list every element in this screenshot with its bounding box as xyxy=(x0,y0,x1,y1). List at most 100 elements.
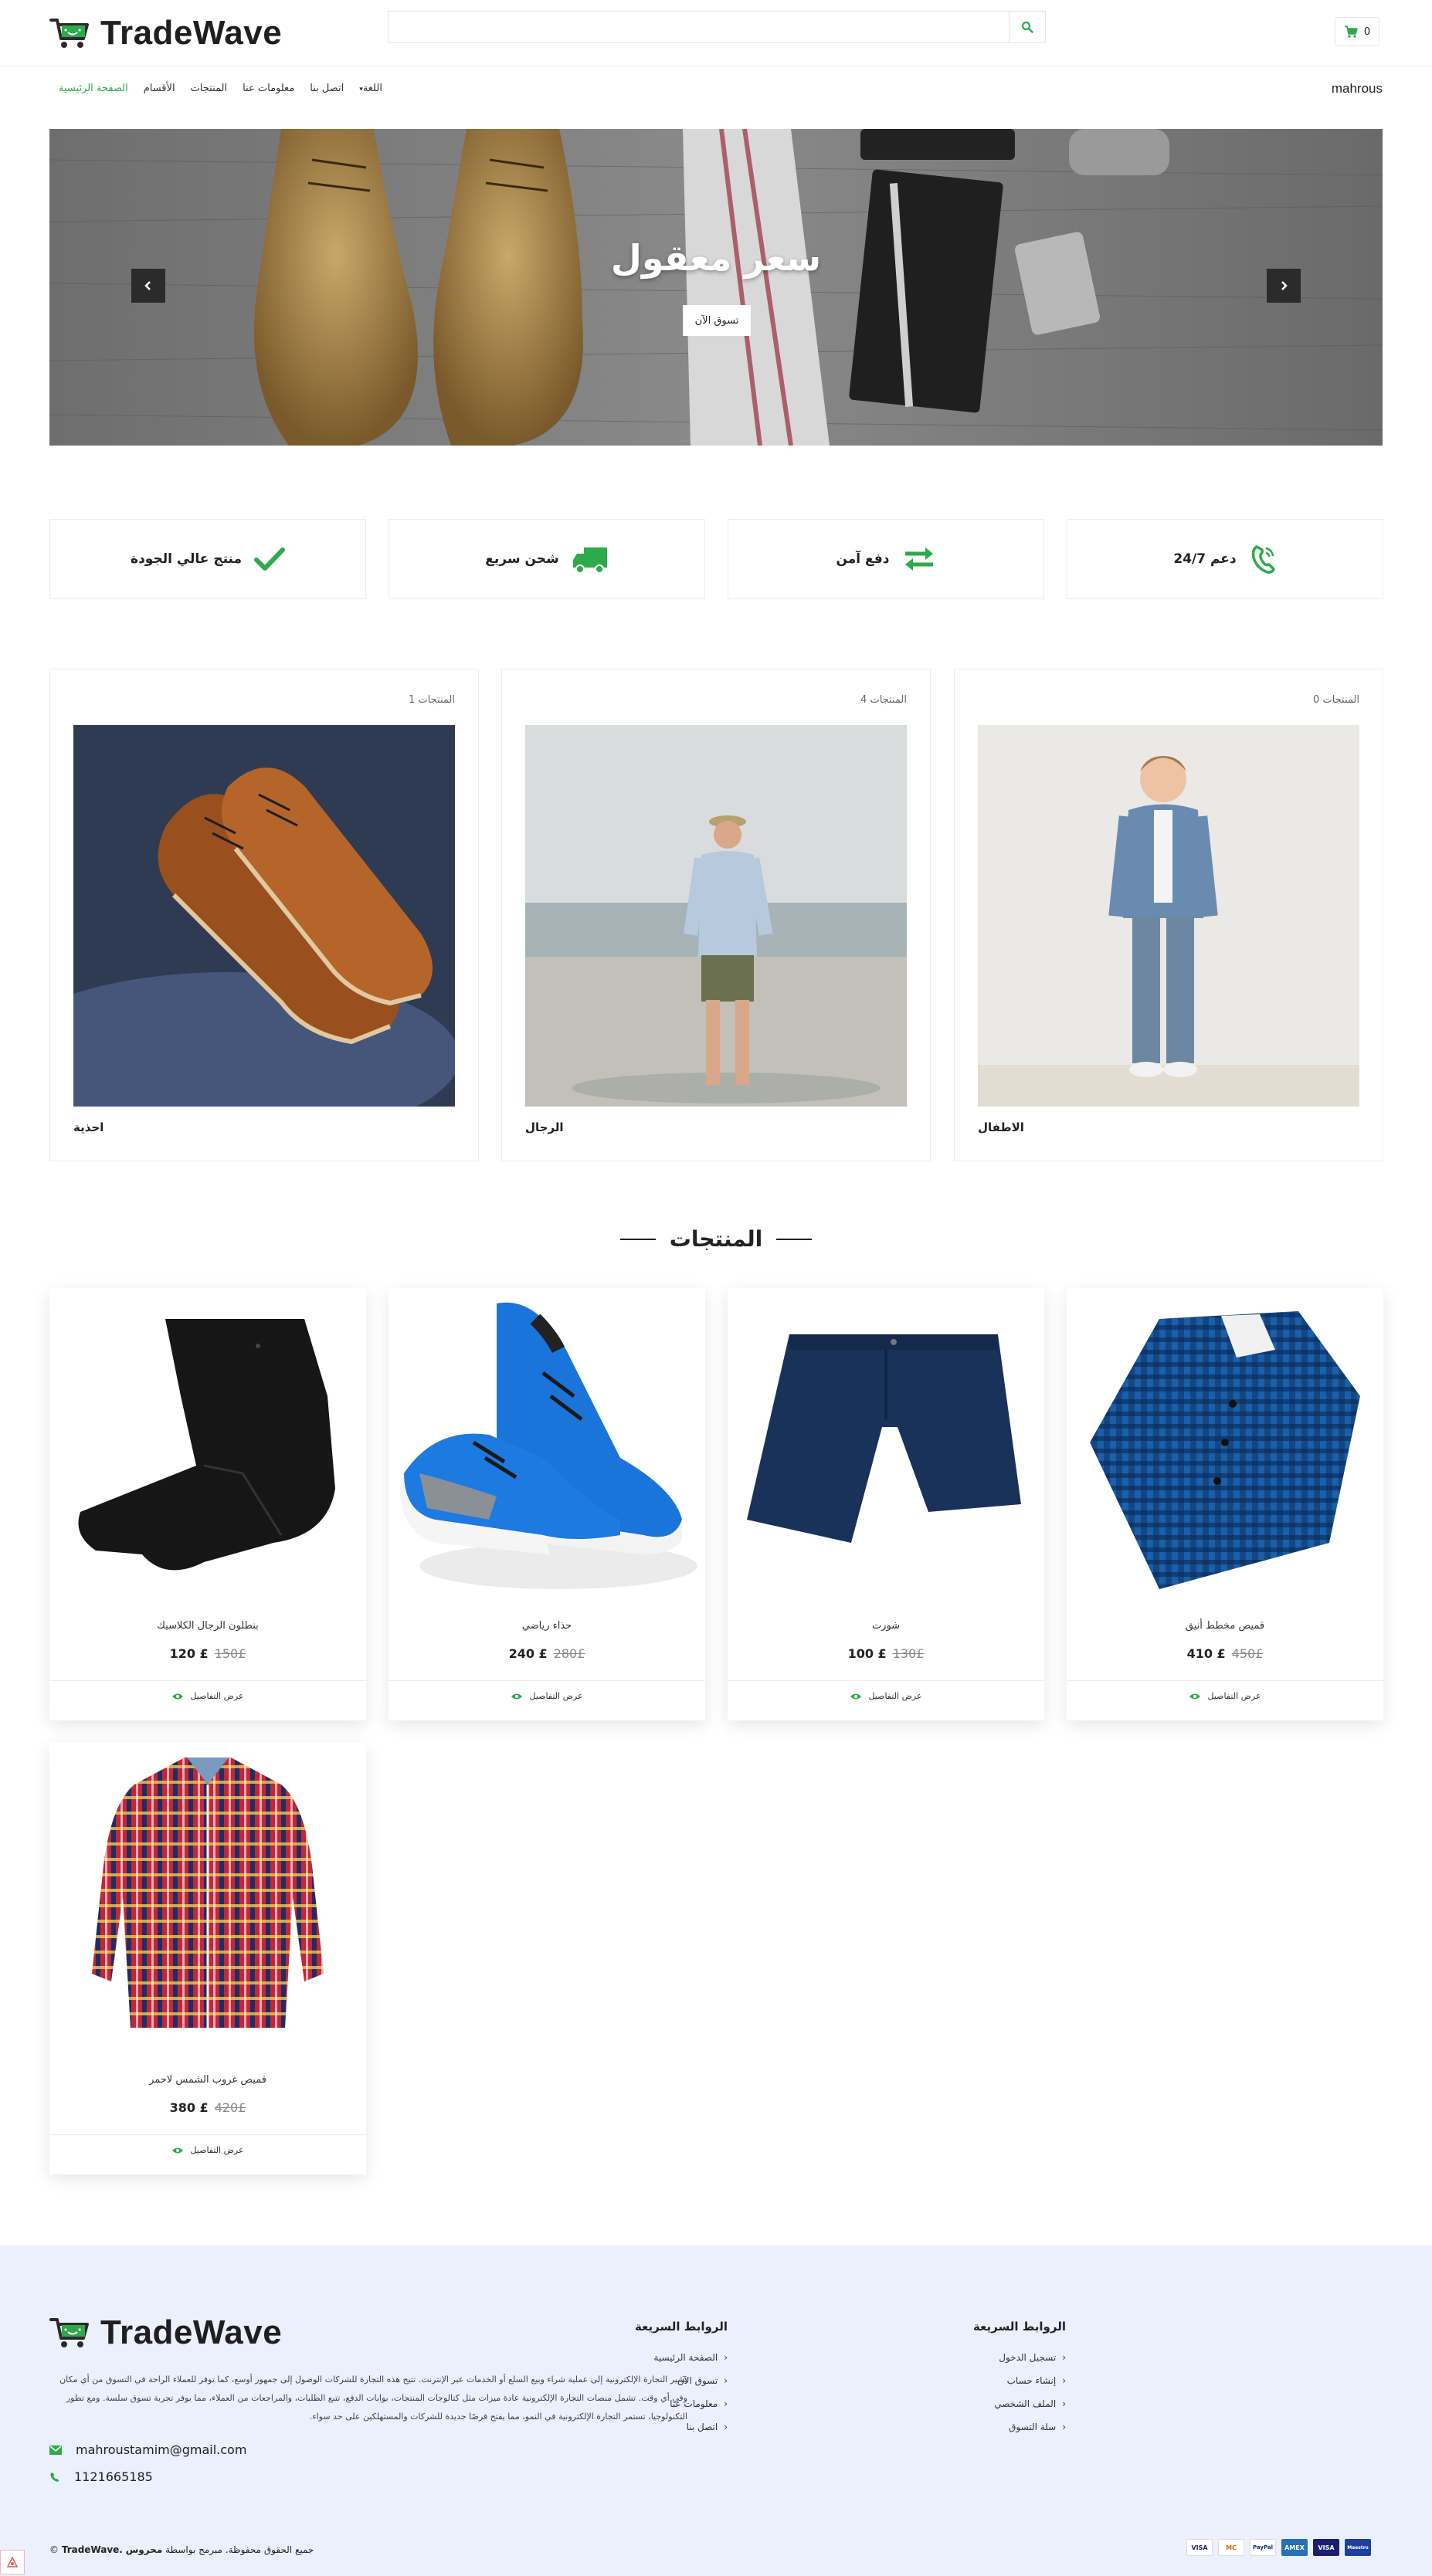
nav-language[interactable]: اللغة▾ xyxy=(359,83,382,94)
chevron-left-icon: ‹ xyxy=(724,2375,728,2386)
copyright-author[interactable]: محروس xyxy=(126,2544,163,2555)
hero-shop-button[interactable]: تسوق الآن xyxy=(683,305,751,336)
old-price: 280£ xyxy=(553,1646,585,1661)
visa-dark-card-icon: VISA xyxy=(1313,2539,1339,2556)
product-image[interactable] xyxy=(49,1742,366,2059)
cart-logo-icon xyxy=(49,2318,89,2347)
view-details-button[interactable]: عرض التفاصيل xyxy=(1067,1691,1383,1701)
product-name[interactable]: قميص مخطط أنيق xyxy=(1067,1620,1383,1632)
product-name[interactable]: بنطلون الرجال الكلاسيك xyxy=(49,1620,366,1632)
footer-link-profile[interactable]: ‹ الملف الشخصي xyxy=(757,2398,1066,2409)
feature-shipping: شحن سريع xyxy=(389,519,705,599)
category-count: المنتجات 4 xyxy=(860,694,907,706)
category-name[interactable]: الاطفال xyxy=(978,1120,1024,1134)
mastercard-icon: MC xyxy=(1218,2539,1244,2556)
view-details-button[interactable]: عرض التفاصيل xyxy=(389,1691,705,1701)
feature-label: دعم 24/7 xyxy=(1173,551,1237,567)
nav-contact[interactable]: اتصل بنا xyxy=(310,83,344,94)
user-name[interactable]: mahrous xyxy=(1332,81,1383,97)
product-name[interactable]: حذاء رياضي xyxy=(389,1620,705,1632)
product-card[interactable]: حذاء رياضي 240 £ 280£ عرض التفاصيل xyxy=(389,1288,705,1720)
nav-language-label: اللغة xyxy=(362,83,382,94)
category-card-kids[interactable]: المنتجات 0 الاطفال xyxy=(954,669,1383,1161)
view-details-button[interactable]: عرض التفاصيل xyxy=(49,2145,366,2155)
footer-col-title: الروابط السريعة xyxy=(972,2320,1066,2334)
visa-card-icon: VISA xyxy=(1186,2539,1213,2556)
footer-link-home[interactable]: ‹ الصفحة الرئيسية xyxy=(419,2352,728,2363)
product-image[interactable] xyxy=(389,1288,705,1605)
truck-icon xyxy=(572,547,607,574)
product-name[interactable]: قميص غروب الشمس لاحمر xyxy=(49,2074,366,2086)
chevron-left-icon: ‹ xyxy=(724,2352,728,2363)
slider-next-button[interactable] xyxy=(1267,269,1301,303)
feature-label: دفع آمن xyxy=(836,551,890,567)
category-card-men[interactable]: المنتجات 4 الرجال xyxy=(501,669,931,1161)
debugbar-toggle-button[interactable] xyxy=(0,2550,25,2574)
brand-name: TradeWave xyxy=(100,14,283,52)
product-price: 120 £ 150£ xyxy=(49,1646,366,1661)
product-image[interactable] xyxy=(1067,1288,1383,1605)
logo[interactable]: TradeWave xyxy=(49,14,282,53)
copyright-brand[interactable]: TradeWave. xyxy=(62,2544,123,2555)
search-icon xyxy=(1021,21,1033,33)
footer-phone[interactable]: 1121665185 xyxy=(49,2469,153,2484)
slider-prev-button[interactable] xyxy=(131,269,165,303)
divider xyxy=(1067,1680,1383,1681)
nav-categories[interactable]: الأقسام xyxy=(144,83,175,94)
product-card[interactable]: بنطلون الرجال الكلاسيك 120 £ 150£ عرض ال… xyxy=(49,1288,366,1720)
nav-about[interactable]: معلومات عنا xyxy=(243,83,294,94)
chevron-left-icon: ‹ xyxy=(1062,2375,1066,2386)
title-divider xyxy=(776,1238,813,1240)
old-price: 130£ xyxy=(892,1646,925,1661)
category-card-shoes[interactable]: المنتجات 1 احذية xyxy=(49,669,479,1161)
product-image[interactable] xyxy=(728,1288,1044,1605)
footer-link-label: إنشاء حساب xyxy=(1006,2375,1057,2386)
category-name[interactable]: الرجال xyxy=(525,1120,564,1134)
footer-link-contact[interactable]: ‹ اتصل بنا xyxy=(419,2422,728,2432)
view-details-label: عرض التفاصيل xyxy=(868,1691,922,1701)
category-image xyxy=(978,725,1359,1107)
view-details-label: عرض التفاصيل xyxy=(190,2145,244,2155)
phone-icon xyxy=(1251,545,1275,574)
view-details-button[interactable]: عرض التفاصيل xyxy=(728,1691,1044,1701)
footer-link-login[interactable]: ‹ تسجيل الدخول xyxy=(757,2352,1066,2363)
brand-name: TradeWave xyxy=(100,2313,283,2351)
product-name[interactable]: شورت xyxy=(728,1620,1044,1632)
current-price: 120 £ xyxy=(169,1646,209,1661)
search-input[interactable] xyxy=(388,11,1009,43)
nav-home[interactable]: الصفحة الرئيسية xyxy=(59,83,128,94)
footer-link-label: معلومات عنا xyxy=(670,2398,718,2409)
footer-links-quick: الروابط السريعة ‹ الصفحة الرئيسية ‹ تسوق ا… xyxy=(419,2320,728,2445)
footer-link-cart[interactable]: ‹ سلة التسوق xyxy=(757,2422,1066,2432)
product-card[interactable]: قميص غروب الشمس لاحمر 380 £ 420£ عرض الت… xyxy=(49,1742,366,2174)
product-image[interactable] xyxy=(49,1288,366,1605)
old-price: 420£ xyxy=(214,2100,246,2115)
footer-link-label: اتصل بنا xyxy=(686,2422,718,2432)
chevron-left-icon: ‹ xyxy=(724,2422,728,2432)
nav-products[interactable]: المنتجات xyxy=(191,83,228,94)
old-price: 150£ xyxy=(214,1646,246,1661)
product-price: 410 £ 450£ xyxy=(1067,1646,1383,1661)
category-name[interactable]: احذية xyxy=(73,1120,103,1134)
chevron-left-icon xyxy=(144,281,151,290)
envelope-icon xyxy=(49,2445,62,2455)
footer-logo[interactable]: TradeWave xyxy=(49,2313,282,2352)
header: TradeWave 0 xyxy=(0,0,1432,66)
footer-col-title: الروابط السريعة xyxy=(634,2320,728,2334)
phone-icon xyxy=(50,2472,59,2482)
check-icon xyxy=(253,547,285,571)
product-card[interactable]: قميص مخطط أنيق 410 £ 450£ عرض التفاصيل xyxy=(1067,1288,1383,1720)
footer-link-shop[interactable]: ‹ تسوق الآن xyxy=(419,2375,728,2386)
view-details-label: عرض التفاصيل xyxy=(1207,1691,1261,1701)
product-card[interactable]: شورت 100 £ 130£ عرض التفاصيل xyxy=(728,1288,1044,1720)
cart-button[interactable]: 0 xyxy=(1335,17,1379,46)
view-details-button[interactable]: عرض التفاصيل xyxy=(49,1691,366,1701)
footer-link-about[interactable]: ‹ معلومات عنا xyxy=(419,2398,728,2409)
search-button[interactable] xyxy=(1009,11,1046,43)
chevron-left-icon: ‹ xyxy=(1062,2422,1066,2432)
cart-logo-icon xyxy=(49,19,89,48)
footer-email[interactable]: mahroustamim@gmail.com xyxy=(49,2442,246,2457)
hero-slider: سعر معقول تسوق الآن xyxy=(49,129,1383,446)
footer-link-register[interactable]: ‹ إنشاء حساب xyxy=(757,2375,1066,2386)
chevron-left-icon: ‹ xyxy=(1062,2352,1066,2363)
